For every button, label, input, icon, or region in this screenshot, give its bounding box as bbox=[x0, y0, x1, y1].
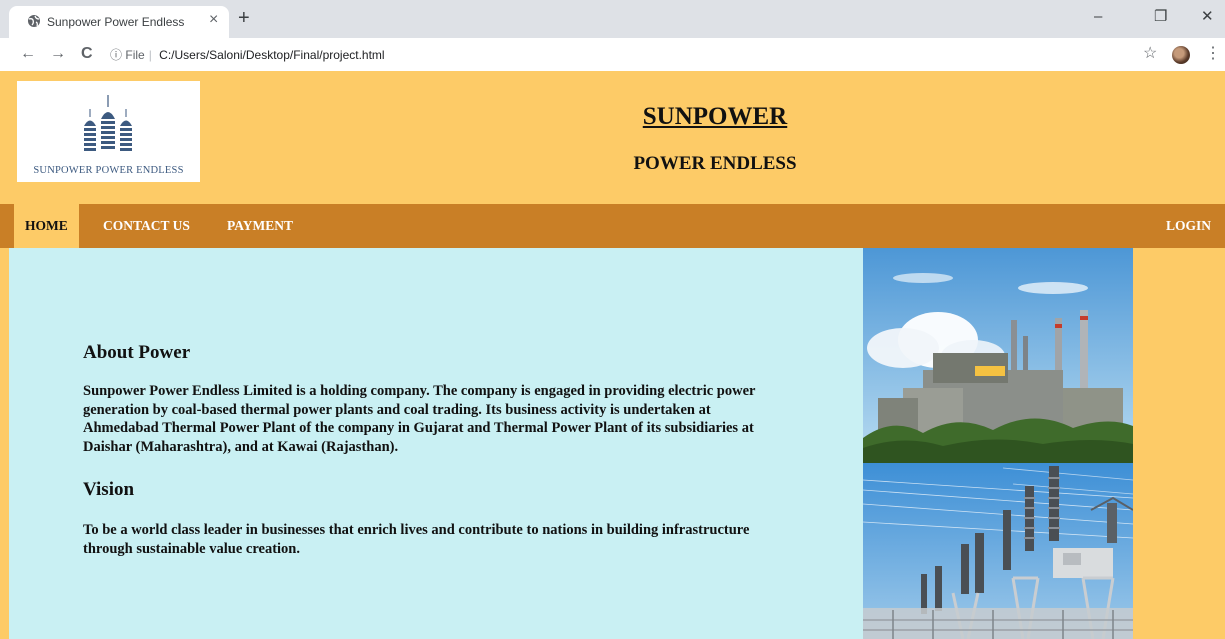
main-content: About Power Sunpower Power Endless Limit… bbox=[9, 248, 863, 639]
reload-button[interactable]: C bbox=[81, 45, 93, 63]
nav-login[interactable]: LOGIN bbox=[1155, 204, 1222, 248]
bookmark-star-icon[interactable]: ☆ bbox=[1143, 46, 1157, 62]
vision-text: To be a world class leader in businesses… bbox=[83, 522, 750, 557]
forward-button[interactable]: → bbox=[50, 45, 66, 63]
power-plant-image bbox=[863, 248, 1133, 639]
browser-tab[interactable]: Sunpower Power Endless × bbox=[9, 6, 229, 38]
scheme-label: File bbox=[125, 48, 145, 62]
globe-icon bbox=[28, 15, 40, 27]
close-tab-icon[interactable]: × bbox=[209, 12, 218, 28]
vision-heading: Vision bbox=[83, 479, 135, 500]
site-subtitle: POWER ENDLESS bbox=[633, 153, 797, 174]
nav-contact-us[interactable]: CONTACT US bbox=[92, 204, 201, 248]
left-margin-strip bbox=[0, 248, 9, 639]
right-margin-strip bbox=[1133, 248, 1225, 639]
nav-home[interactable]: HOME bbox=[14, 204, 79, 248]
url-input[interactable]: ⓘ File | C:/Users/Saloni/Desktop/Final/pr… bbox=[110, 43, 1120, 67]
site-title: SUNPOWER bbox=[642, 103, 788, 130]
url-text: C:/Users/Saloni/Desktop/Final/project.ht… bbox=[159, 48, 385, 62]
restore-button[interactable]: ❐ bbox=[1154, 8, 1167, 26]
browser-menu-icon[interactable]: ⋮ bbox=[1205, 46, 1221, 62]
browser-tab-bar: Sunpower Power Endless × + – ❐ ✕ bbox=[0, 0, 1225, 38]
about-heading: About Power bbox=[83, 342, 191, 363]
about-text: Sunpower Power Endless Limited is a hold… bbox=[83, 383, 756, 455]
nav-payment[interactable]: PAYMENT bbox=[216, 204, 304, 248]
profile-avatar[interactable] bbox=[1172, 46, 1190, 64]
minimize-button[interactable]: – bbox=[1094, 8, 1102, 26]
main-nav: HOME CONTACT US PAYMENT LOGIN bbox=[0, 204, 1225, 248]
info-icon[interactable]: ⓘ bbox=[110, 48, 122, 62]
tab-title: Sunpower Power Endless bbox=[47, 15, 185, 29]
address-bar: ← → C ⓘ File | C:/Users/Saloni/Desktop/Fi… bbox=[0, 38, 1225, 72]
site-header: SUNPOWER POWER ENDLESS SUNPOWER POWER EN… bbox=[0, 71, 1225, 204]
close-window-button[interactable]: ✕ bbox=[1201, 8, 1214, 26]
new-tab-button[interactable]: + bbox=[238, 8, 250, 28]
back-button[interactable]: ← bbox=[20, 45, 36, 63]
